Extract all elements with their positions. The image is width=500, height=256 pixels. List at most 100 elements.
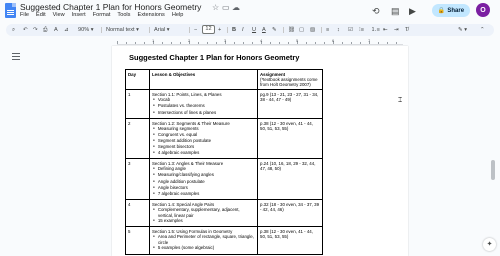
- objective-list: Area and Perimeter of rectangle, square,…: [152, 234, 255, 251]
- menu-format[interactable]: Format: [93, 12, 111, 21]
- underline-icon[interactable]: U: [252, 25, 256, 35]
- day-cell: 5: [125, 226, 150, 255]
- docs-logo-icon[interactable]: [5, 3, 16, 18]
- bulleted-list-icon[interactable]: ⁝≡: [359, 25, 364, 35]
- redo-icon[interactable]: ↷: [33, 25, 38, 35]
- day-cell: 2: [125, 117, 150, 160]
- add-comment-icon[interactable]: ▢: [299, 25, 304, 35]
- document-outline-icon[interactable]: [12, 53, 20, 61]
- ruler-tick: [306, 42, 307, 44]
- ruler-tick: [342, 42, 343, 44]
- menu-insert[interactable]: Insert: [72, 12, 86, 21]
- lesson-plan-table: Day Lesson & Objectives Assignment (*tex…: [125, 68, 323, 255]
- avatar[interactable]: O: [476, 3, 490, 17]
- objective-list: VocabPostulates vs. theoremsIntersection…: [152, 97, 255, 115]
- mouse-cursor-icon: ⌶: [398, 97, 403, 104]
- folder-icon[interactable]: ▭: [222, 3, 230, 12]
- explore-icon: ✦: [486, 241, 493, 248]
- day-cell: 1: [125, 89, 150, 119]
- bold-icon[interactable]: B: [232, 25, 236, 35]
- ruler-tick: [243, 42, 244, 44]
- star-icon[interactable]: ☆: [212, 3, 219, 12]
- ruler-area: 1 2 3 4 5 6 7: [0, 38, 500, 46]
- history-icon[interactable]: ⟲: [372, 6, 380, 16]
- zoom-value: 90%: [78, 27, 90, 33]
- print-icon[interactable]: ⎙: [43, 25, 47, 35]
- lesson-cell: Section 1.4: Special Angle PairsCompleme…: [149, 198, 258, 228]
- cloud-icon[interactable]: ☁: [232, 3, 240, 12]
- text-color-icon[interactable]: A: [262, 25, 266, 35]
- ruler-tick: [279, 42, 280, 44]
- menu-help[interactable]: Help: [172, 12, 184, 21]
- assignment-cell: p.38 (12 - 30 even, 41 - 44, 50, 51, 53,…: [257, 117, 323, 160]
- ruler-tick: [162, 42, 163, 44]
- checklist-icon[interactable]: ☑: [348, 25, 353, 35]
- font-size-increase[interactable]: +: [218, 25, 221, 35]
- table-row: 3Section 1.3: Angles & Their MeasureDefi…: [125, 158, 323, 200]
- insert-link-icon[interactable]: ⛓: [288, 25, 295, 35]
- ruler-tick: [234, 42, 235, 44]
- ruler-tick: [387, 42, 388, 44]
- ruler-tick: [144, 42, 145, 44]
- scrollbar[interactable]: [491, 48, 495, 254]
- header-day: Day: [125, 68, 150, 91]
- ruler-tick: [126, 42, 127, 44]
- ruler-tick: [324, 42, 325, 44]
- share-button[interactable]: 🔒 Share: [432, 4, 470, 17]
- collapse-menus-icon[interactable]: ⌃: [480, 25, 485, 35]
- font-size-decrease[interactable]: −: [194, 25, 197, 35]
- ruler-tick: [351, 42, 352, 44]
- menu-tools[interactable]: Tools: [117, 12, 130, 21]
- ruler-number: 1: [152, 38, 155, 43]
- objective-item: Intersections of lines & planes: [158, 110, 255, 116]
- numbered-list-icon[interactable]: ⒈≡: [371, 25, 380, 35]
- page-heading: Suggested Chapter 1 Plan for Honors Geom…: [129, 53, 300, 62]
- ruler-tick: [180, 42, 181, 44]
- line-spacing-icon[interactable]: ↕: [337, 25, 340, 35]
- ruler-tick: [378, 42, 379, 44]
- toolbar: ⌕ ↶ ↷ ⎙ A ⊿ 90% ▾ Normal text ▾ Arial ▾ …: [6, 24, 494, 36]
- ruler-tick: [270, 42, 271, 44]
- align-icon[interactable]: ≡: [326, 25, 329, 35]
- scrollbar-thumb[interactable]: [491, 160, 495, 180]
- font-select[interactable]: Arial ▾: [154, 25, 170, 35]
- ruler-tick: [171, 42, 172, 44]
- search-menus-icon[interactable]: ⌕: [12, 25, 15, 35]
- paint-format-icon[interactable]: ⊿: [64, 25, 69, 35]
- header-lesson: Lesson & Objectives: [149, 68, 258, 91]
- ruler[interactable]: 1 2 3 4 5 6 7: [117, 38, 403, 45]
- lesson-cell: Section 1.2: Segments & Their MeasureMea…: [149, 117, 258, 160]
- highlight-icon[interactable]: ✎: [272, 25, 277, 35]
- document-page[interactable]: Suggested Chapter 1 Plan for Honors Geom…: [112, 46, 408, 256]
- spellcheck-icon[interactable]: A: [54, 25, 58, 35]
- menu-edit[interactable]: Edit: [36, 12, 46, 21]
- clear-formatting-icon[interactable]: T̸: [405, 25, 408, 35]
- ruler-tick: [135, 42, 136, 44]
- menu-view[interactable]: View: [53, 12, 65, 21]
- increase-indent-icon[interactable]: ⇥: [394, 25, 399, 35]
- decrease-indent-icon[interactable]: ⇤: [383, 25, 388, 35]
- comments-icon[interactable]: ▤: [391, 6, 400, 16]
- assignment-cell: pg.9 (13 - 21, 23 - 27, 31 - 34, 38 - 44…: [257, 89, 323, 119]
- ruler-tick: [207, 42, 208, 44]
- italic-icon[interactable]: I: [242, 25, 244, 35]
- table-body: 1Section 1.1: Points, Lines, & PlanesVoc…: [125, 89, 323, 255]
- ruler-tick: [117, 41, 118, 44]
- explore-button[interactable]: ✦: [483, 238, 496, 251]
- objective-item: Complementary, supplementary, adjacent, …: [158, 207, 255, 218]
- lesson-cell: Section 1.1: Points, Lines, & PlanesVoca…: [149, 89, 258, 119]
- zoom-select[interactable]: 90% ▾: [78, 25, 94, 35]
- table-row: 5 Section 1.5: Using Formulas in Geometry…: [125, 226, 323, 255]
- style-select[interactable]: Normal text ▾: [106, 25, 139, 35]
- meet-video-icon[interactable]: ▶: [409, 6, 416, 16]
- document-title[interactable]: Suggested Chapter 1 Plan for Honors Geom…: [20, 2, 201, 12]
- font-size-input[interactable]: 12: [202, 25, 215, 34]
- menu-extensions[interactable]: Extensions: [137, 12, 164, 21]
- font-value: Arial: [154, 27, 166, 33]
- table-row: 1Section 1.1: Points, Lines, & PlanesVoc…: [125, 89, 323, 119]
- undo-icon[interactable]: ↶: [23, 25, 28, 35]
- menu-file[interactable]: File: [20, 12, 29, 21]
- insert-image-icon[interactable]: ▨: [310, 25, 315, 35]
- editing-mode-icon[interactable]: ✎ ▾: [458, 25, 467, 35]
- lock-icon: 🔒: [437, 8, 446, 14]
